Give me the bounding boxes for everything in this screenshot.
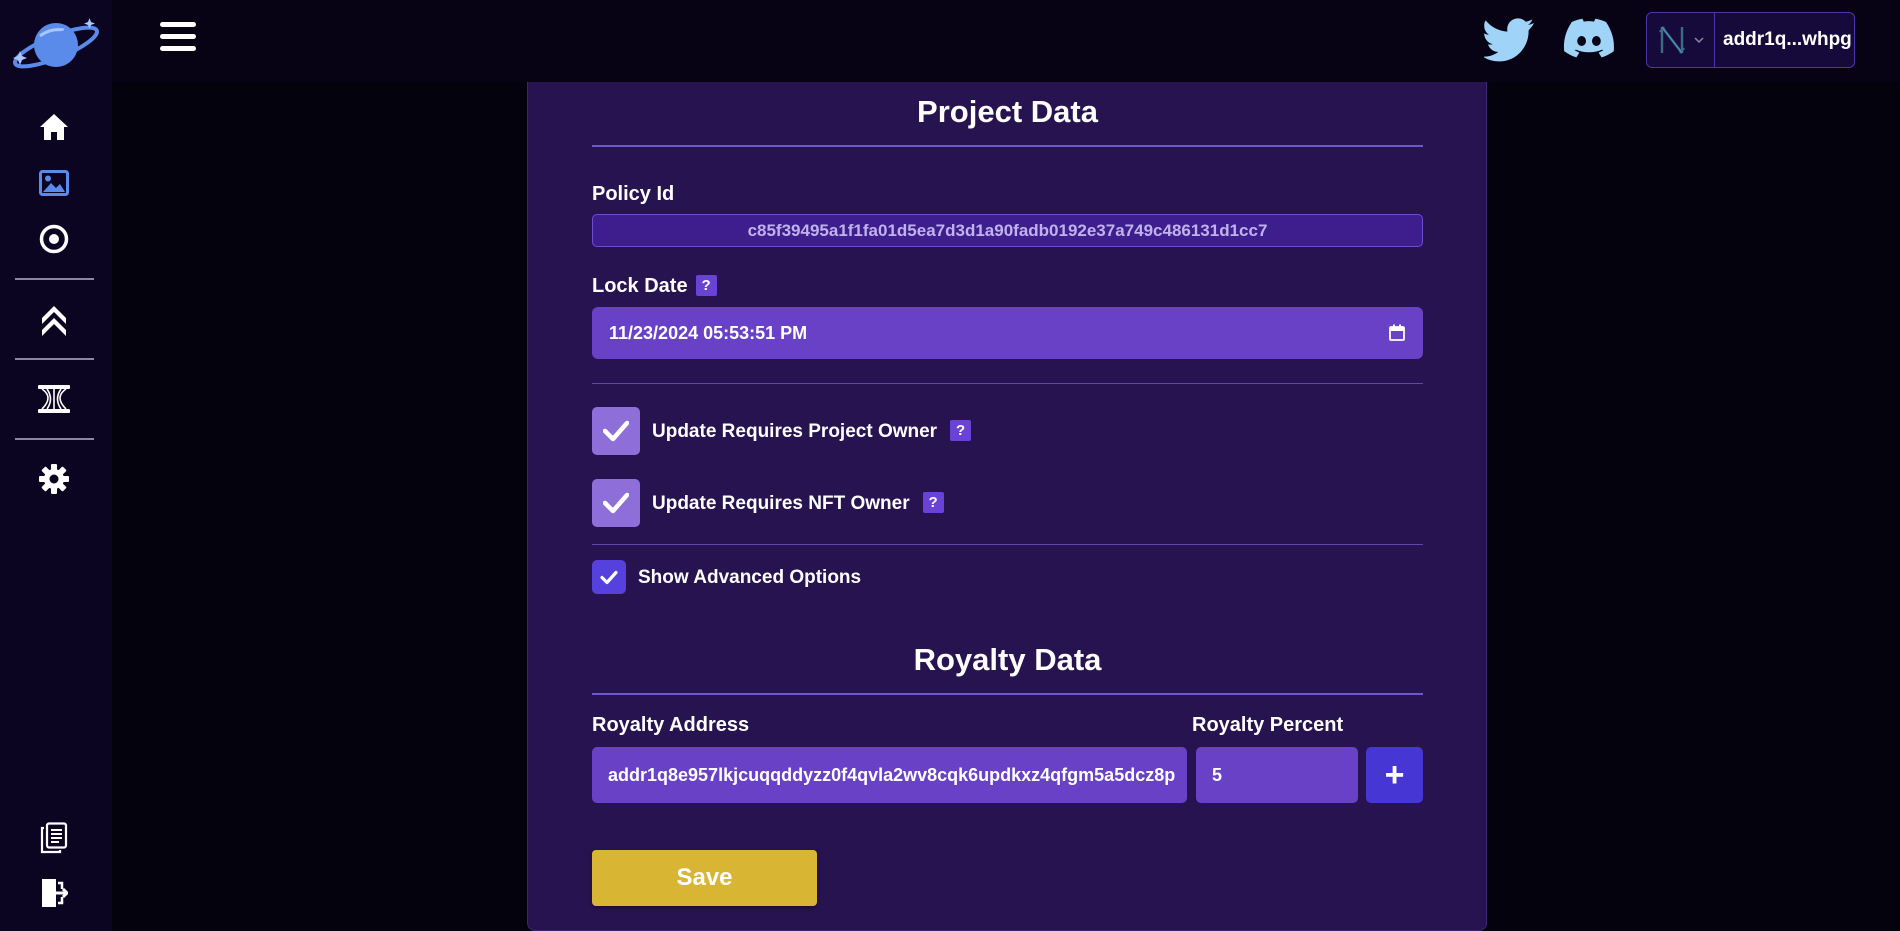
project-owner-label-text: Update Requires Project Owner: [652, 421, 938, 442]
royalty-percent-field[interactable]: 5: [1196, 747, 1358, 803]
lock-date-help-badge[interactable]: ?: [695, 275, 717, 296]
policy-id-label: Policy Id: [592, 183, 675, 205]
lock-date-label: Lock Date?: [592, 275, 717, 298]
document-icon[interactable]: [34, 818, 74, 858]
section-divider: [592, 383, 1423, 384]
title-divider: [592, 145, 1423, 147]
wallet-logo: [1647, 13, 1715, 67]
planet-logo-icon[interactable]: [10, 16, 102, 74]
project-panel: Project Data Policy Id c85f39495a1f1fa01…: [527, 82, 1487, 931]
royalty-address-label: Royalty Address: [592, 714, 750, 736]
nft-owner-checkbox[interactable]: [592, 479, 640, 527]
home-icon[interactable]: [34, 107, 74, 147]
checkmark-icon: [600, 570, 618, 584]
chevrons-up-icon[interactable]: [34, 299, 74, 339]
wallet-button[interactable]: addr1q...whpg: [1646, 12, 1855, 68]
checkmark-icon: [603, 492, 629, 514]
project-owner-checkbox-label: Update Requires Project Owner?: [652, 420, 972, 443]
save-button[interactable]: Save: [592, 850, 817, 906]
logout-icon[interactable]: [34, 873, 74, 913]
target-icon[interactable]: [34, 219, 74, 259]
nav-divider: [15, 358, 94, 360]
royalty-address-field[interactable]: addr1q8e957lkjcuqqddyzz0f4qvla2wv8cqk6up…: [592, 747, 1187, 803]
top-header: addr1q...whpg: [112, 0, 1900, 82]
discord-icon[interactable]: [1563, 16, 1615, 64]
checkmark-icon: [603, 420, 629, 442]
policy-id-field[interactable]: c85f39495a1f1fa01d5ea7d3d1a90fadb0192e37…: [592, 214, 1423, 247]
lock-date-label-text: Lock Date: [592, 275, 688, 297]
nft-owner-help-badge[interactable]: ?: [922, 492, 944, 513]
advanced-options-checkbox[interactable]: [592, 560, 626, 594]
chevron-down-icon: [1693, 37, 1704, 44]
title-divider: [592, 693, 1423, 695]
twitter-icon[interactable]: [1482, 16, 1536, 64]
hourglass-icon[interactable]: [34, 379, 74, 419]
sidebar: [0, 0, 112, 931]
lock-date-field[interactable]: 11/23/2024 05:53:51 PM: [592, 307, 1423, 359]
nami-wallet-icon: [1658, 26, 1685, 54]
advanced-options-label: Show Advanced Options: [638, 567, 862, 588]
project-owner-help-badge[interactable]: ?: [950, 420, 972, 441]
wallet-address: addr1q...whpg: [1723, 29, 1852, 50]
gear-icon[interactable]: [34, 459, 74, 499]
royalty-data-title: Royalty Data: [913, 642, 1102, 677]
nav-divider: [15, 438, 94, 440]
hamburger-menu-icon[interactable]: [160, 22, 200, 58]
section-divider: [592, 544, 1423, 545]
image-icon[interactable]: [34, 163, 74, 203]
lock-date-value: 11/23/2024 05:53:51 PM: [609, 322, 808, 343]
project-data-title: Project Data: [917, 94, 1098, 129]
nav-divider: [15, 278, 94, 280]
nft-owner-label-text: Update Requires NFT Owner: [652, 493, 910, 514]
project-owner-checkbox[interactable]: [592, 407, 640, 455]
nft-owner-checkbox-label: Update Requires NFT Owner?: [652, 492, 944, 515]
royalty-percent-label: Royalty Percent: [1192, 714, 1344, 736]
add-royalty-button[interactable]: +: [1366, 747, 1423, 803]
calendar-icon[interactable]: [1389, 324, 1405, 341]
